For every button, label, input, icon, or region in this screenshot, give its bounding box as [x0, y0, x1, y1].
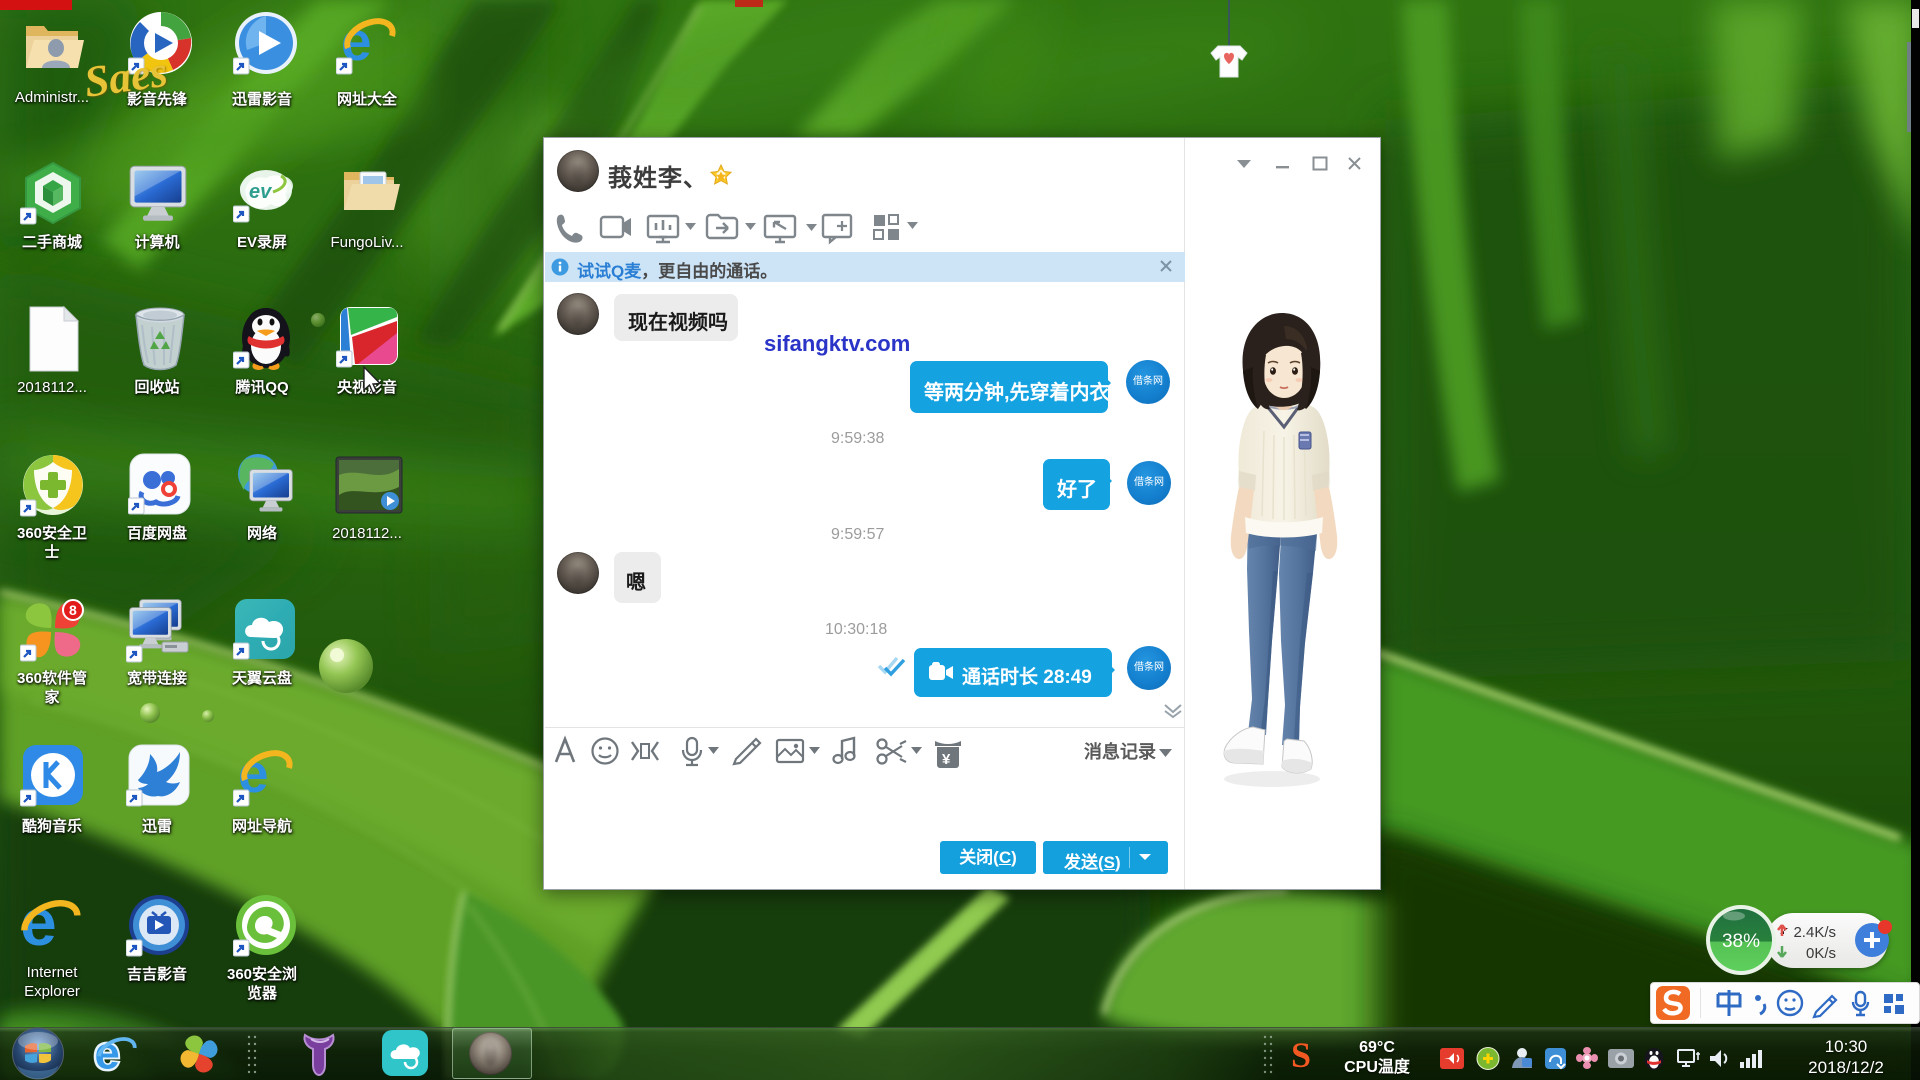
- svg-text:2.4K/s: 2.4K/s: [1793, 924, 1836, 941]
- svg-text:8: 8: [69, 602, 77, 618]
- svg-text:ev: ev: [249, 181, 273, 203]
- svg-text:¥: ¥: [942, 751, 951, 768]
- svg-text:消息记录: 消息记录: [1084, 741, 1156, 762]
- svg-text:0K/s: 0K/s: [1806, 945, 1836, 962]
- svg-text:38%: 38%: [1722, 931, 1760, 952]
